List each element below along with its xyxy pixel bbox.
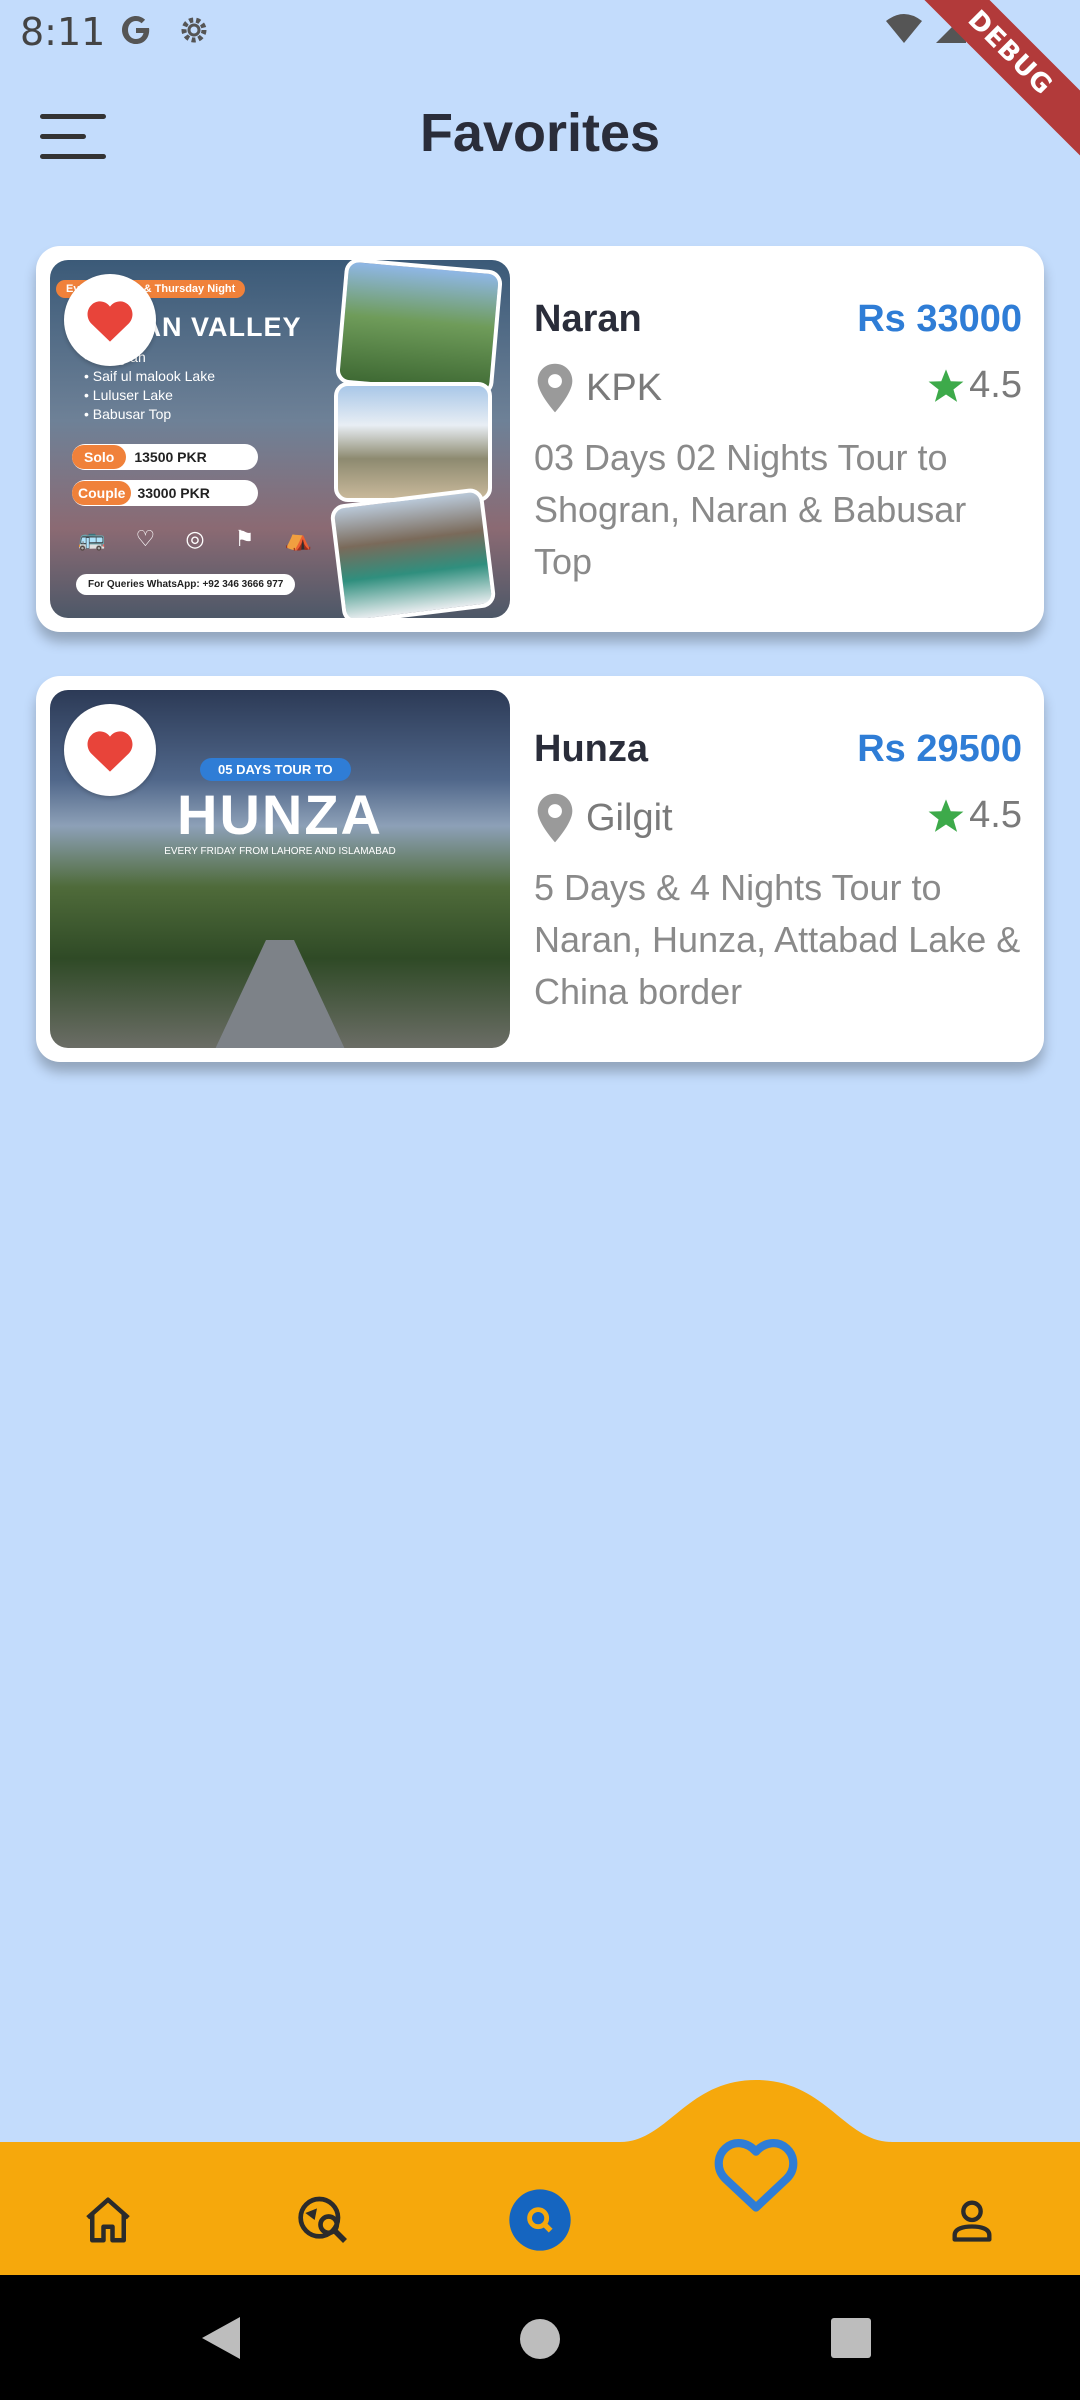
nav-search-button[interactable] xyxy=(500,2180,580,2260)
poster-photo xyxy=(329,487,497,618)
tour-location-text: KPK xyxy=(586,366,663,409)
poster-road xyxy=(210,940,350,1048)
nav-home-button[interactable] xyxy=(68,2180,148,2260)
poster-couple-label: Couple xyxy=(72,481,132,505)
home-icon xyxy=(86,2197,130,2243)
settings-gear-icon xyxy=(176,12,212,53)
home-circle-icon xyxy=(520,2319,560,2359)
location-pin-icon xyxy=(537,793,573,843)
favorite-toggle-button[interactable] xyxy=(64,274,156,366)
favorite-icon xyxy=(714,2139,798,2212)
tour-price: Rs 33000 xyxy=(857,298,1022,340)
tour-location-text: Gilgit xyxy=(586,796,673,839)
poster-subtitle: EVERY FRIDAY FROM LAHORE AND ISLAMABAD xyxy=(164,846,396,857)
tour-rating-value: 4.5 xyxy=(969,794,1022,836)
poster-bullet: • Saif ul malook Lake xyxy=(84,368,215,384)
nav-profile-button[interactable] xyxy=(932,2180,1012,2260)
search-icon xyxy=(509,2189,571,2251)
poster-photo xyxy=(334,260,504,397)
heart-filled-icon xyxy=(87,301,133,342)
bottom-navigation-bar xyxy=(0,2080,1080,2275)
poster-tag: 05 DAYS TOUR TO xyxy=(200,758,351,781)
poster-contact: For Queries WhatsApp: +92 346 3666 977 xyxy=(76,574,296,595)
wifi-icon xyxy=(884,11,924,50)
page-title: Favorites xyxy=(419,103,661,163)
poster-solo-label: Solo xyxy=(72,445,127,469)
star-icon xyxy=(928,368,964,402)
poster-bullet: • Babusar Top xyxy=(84,406,172,422)
tour-location: KPK xyxy=(534,362,662,414)
tour-rating: 4.5 xyxy=(927,364,1022,407)
tour-rating: 4.5 xyxy=(927,794,1022,837)
recents-square-icon xyxy=(831,2318,871,2358)
poster-bullet: • Luluser Lake xyxy=(84,387,173,403)
back-button[interactable] xyxy=(196,2313,246,2363)
heart-filled-icon xyxy=(87,731,133,772)
tour-name: Naran xyxy=(534,298,642,340)
tour-description: 03 Days 02 Nights Tour to Shogran, Naran… xyxy=(534,437,967,582)
nav-explore-button[interactable] xyxy=(284,2180,364,2260)
back-triangle-icon xyxy=(202,2317,240,2359)
explore-search-icon xyxy=(298,2196,347,2243)
poster-couple-price: 33000 PKR xyxy=(137,485,210,501)
google-icon xyxy=(118,12,154,53)
tour-price: Rs 29500 xyxy=(857,728,1022,770)
tour-card[interactable]: 05 DAYS TOUR TO HUNZA EVERY FRIDAY FROM … xyxy=(36,676,1044,1062)
home-system-button[interactable] xyxy=(516,2315,564,2363)
system-navigation-bar xyxy=(0,2275,1080,2400)
poster-couple-pill: Couple 33000 PKR xyxy=(72,480,258,506)
tour-description: 5 Days & 4 Nights Tour to Naran, Hunza, … xyxy=(534,867,1021,1012)
poster-photo xyxy=(334,382,492,502)
status-bar: 8:11 DEBUG xyxy=(0,0,1080,162)
tour-card[interactable]: Every Monday & Thursday Night NARAN VALL… xyxy=(36,246,1044,632)
poster-bullet-text: Babusar Top xyxy=(92,406,172,422)
favorite-toggle-button[interactable] xyxy=(64,704,156,796)
poster-solo-price: 13500 PKR xyxy=(134,449,207,465)
profile-icon xyxy=(952,2200,992,2242)
tour-name: Hunza xyxy=(534,728,648,770)
app-bar: Favorites xyxy=(0,90,1080,180)
poster-amenity-icons: 🚌 ♡ ◎ ⚑ ⛺ xyxy=(78,526,324,551)
nav-favorites-button[interactable] xyxy=(700,2124,812,2224)
tour-location: Gilgit xyxy=(534,792,673,844)
poster-bullet-text: Saif ul malook Lake xyxy=(92,368,215,384)
location-pin-icon xyxy=(537,363,573,413)
poster-bullet-text: Luluser Lake xyxy=(92,387,173,403)
tour-rating-value: 4.5 xyxy=(969,364,1022,406)
recents-button[interactable] xyxy=(830,2317,872,2359)
poster-solo-pill: Solo 13500 PKR xyxy=(72,444,258,470)
status-time: 8:11 xyxy=(20,10,106,54)
star-icon xyxy=(928,798,964,832)
